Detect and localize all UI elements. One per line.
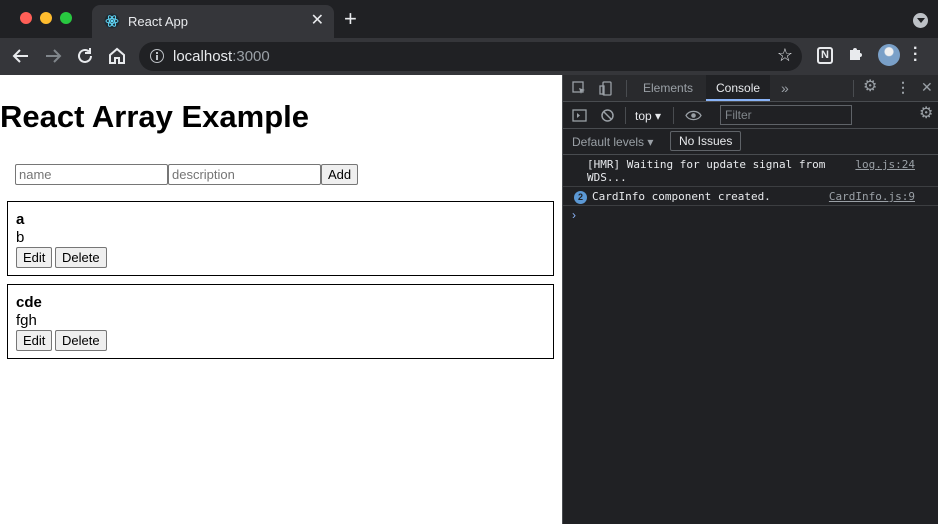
tab-title: React App: [128, 14, 188, 29]
close-devtools-icon[interactable]: ✕: [921, 80, 933, 94]
sidebar-toggle-icon[interactable]: [572, 108, 587, 123]
address-bar[interactable]: localhost:3000 ☆: [139, 42, 802, 71]
filter-input[interactable]: Filter: [720, 105, 852, 125]
more-tabs-icon[interactable]: »: [781, 81, 789, 95]
url-port: :3000: [232, 48, 270, 65]
list-item: a b Edit Delete: [7, 201, 554, 276]
maximize-window-button[interactable]: [60, 12, 72, 24]
star-icon[interactable]: ☆: [777, 45, 793, 66]
device-toolbar-icon[interactable]: [599, 81, 614, 96]
settings-gear-icon[interactable]: ⚙: [863, 79, 877, 95]
minimize-window-button[interactable]: [40, 12, 52, 24]
notion-icon[interactable]: N: [817, 47, 833, 64]
back-icon[interactable]: [9, 44, 33, 68]
url-host: localhost: [173, 48, 233, 65]
devtools-menu-icon[interactable]: ⋮: [896, 80, 910, 94]
devtools-panel: Elements Console » ⚙ ⋮ ✕ top ▾ Filter ⚙ …: [562, 75, 938, 524]
console-prompt[interactable]: ›: [572, 208, 576, 222]
clear-console-icon[interactable]: [600, 108, 615, 123]
menu-icon[interactable]: · · ·: [913, 41, 918, 69]
list-item: cde fgh Edit Delete: [7, 284, 554, 359]
reload-icon[interactable]: [73, 44, 97, 68]
levels-bar: Default levels ▾ No Issues: [563, 129, 938, 155]
avatar[interactable]: [878, 44, 900, 66]
description-input[interactable]: [168, 164, 321, 185]
forward-icon[interactable]: [41, 44, 65, 68]
delete-button[interactable]: Delete: [55, 330, 107, 351]
tab-search-icon[interactable]: [913, 13, 928, 28]
item-name: a: [16, 211, 25, 228]
devtools-tab-bar: Elements Console » ⚙ ⋮ ✕: [563, 75, 938, 102]
close-tab-icon[interactable]: ✕: [311, 11, 324, 31]
context-label: top: [635, 109, 652, 123]
console-settings-gear-icon[interactable]: ⚙: [919, 106, 933, 122]
divider: [625, 107, 626, 124]
new-tab-button[interactable]: +: [344, 8, 357, 30]
item-description: b: [16, 229, 25, 246]
page-viewport: React Array Example Add a b Edit Delete …: [0, 75, 562, 524]
inspect-element-icon[interactable]: [572, 81, 587, 96]
url-text: localhost:3000: [173, 48, 270, 65]
delete-button[interactable]: Delete: [55, 247, 107, 268]
item-name: cde: [16, 294, 42, 311]
close-window-button[interactable]: [20, 12, 32, 24]
puzzle-icon[interactable]: [847, 44, 865, 62]
name-input[interactable]: [15, 164, 168, 185]
browser-tab-react-app[interactable]: React App ✕: [92, 5, 334, 38]
console-message: 2 CardInfo component created. CardInfo.j…: [563, 187, 938, 206]
home-icon[interactable]: [105, 44, 129, 68]
react-logo-icon: [104, 13, 120, 29]
context-selector[interactable]: top ▾: [635, 109, 661, 123]
issues-button[interactable]: No Issues: [670, 131, 742, 151]
log-text: CardInfo component created.: [592, 190, 771, 203]
page-title: React Array Example: [0, 99, 310, 134]
divider: [673, 107, 674, 124]
log-source-link[interactable]: CardInfo.js:9: [829, 190, 915, 203]
edit-button[interactable]: Edit: [16, 330, 53, 351]
info-icon[interactable]: [150, 49, 164, 63]
console-toolbar: top ▾ Filter ⚙: [563, 102, 938, 129]
log-text-line2: WDS...: [587, 171, 627, 184]
tab-elements[interactable]: Elements: [633, 75, 703, 101]
divider: [853, 80, 854, 97]
log-text-line1: [HMR] Waiting for update signal from: [587, 158, 826, 171]
edit-button[interactable]: Edit: [16, 247, 53, 268]
console-message: [HMR] Waiting for update signal from WDS…: [563, 155, 938, 187]
log-levels-dropdown[interactable]: Default levels ▾: [572, 135, 653, 149]
add-button[interactable]: Add: [321, 164, 359, 185]
tab-console[interactable]: Console: [706, 75, 771, 101]
item-description: fgh: [16, 312, 37, 329]
divider: [626, 80, 627, 97]
browser-toolbar: localhost:3000 ☆ N: [0, 38, 938, 75]
repeat-count-badge: 2: [574, 191, 587, 204]
eye-icon[interactable]: [685, 109, 702, 122]
log-source-link[interactable]: log.js:24: [855, 158, 915, 171]
title-bar: React App ✕ +: [0, 0, 938, 38]
